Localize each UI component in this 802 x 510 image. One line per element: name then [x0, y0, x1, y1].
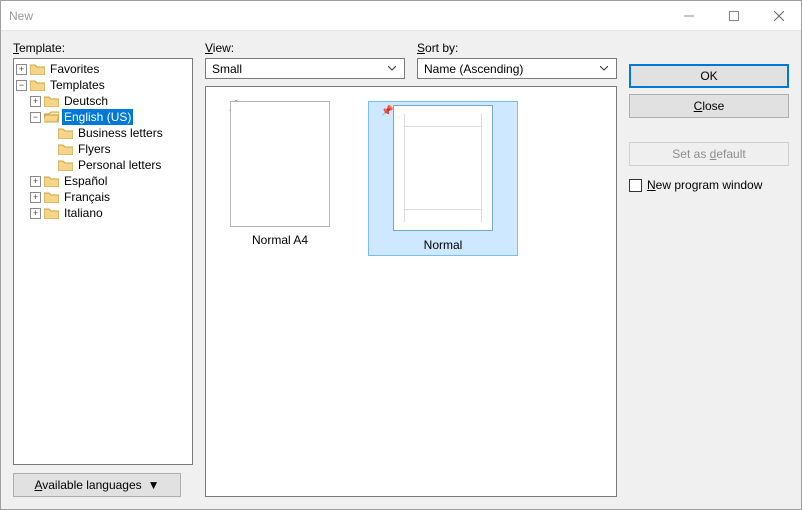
tree-node-favorites[interactable]: + Favorites [16, 61, 192, 77]
template-tree[interactable]: + Favorites − Templates [13, 58, 193, 465]
template-item-normal-a4[interactable]: 📌 Normal A4 [220, 101, 340, 247]
tree-node-english[interactable]: − English (US) [30, 109, 192, 125]
collapse-icon[interactable]: − [30, 112, 41, 123]
center-column: View: Small Sort by: Name (Ascending) [205, 41, 617, 497]
folder-icon [58, 127, 73, 139]
folder-icon [58, 159, 73, 171]
minimize-button[interactable] [666, 1, 711, 30]
titlebar: New [1, 1, 801, 31]
chevron-down-icon [595, 66, 612, 71]
folder-icon [58, 143, 73, 155]
ok-button[interactable]: OK [629, 64, 789, 88]
tree-node-espanol[interactable]: + Español [30, 173, 192, 189]
right-column: OK Close Set as default New program wind… [629, 41, 789, 497]
folder-open-icon [44, 111, 59, 123]
expand-icon[interactable]: + [30, 192, 41, 203]
available-languages-button[interactable]: Available languages ▼ [13, 473, 181, 497]
template-thumbnail [393, 105, 493, 231]
dialog-window: New Template: + Favorites [0, 0, 802, 510]
tree-node-personal-letters[interactable]: Personal letters [44, 157, 192, 173]
sort-dropdown[interactable]: Name (Ascending) [417, 58, 617, 79]
folder-icon [30, 79, 45, 91]
sort-group: Sort by: Name (Ascending) [417, 41, 617, 79]
view-sort-row: View: Small Sort by: Name (Ascending) [205, 41, 617, 79]
new-window-checkbox[interactable]: New program window [629, 178, 789, 192]
tree-node-templates[interactable]: − Templates [16, 77, 192, 93]
template-thumbnail [230, 101, 330, 227]
folder-icon [44, 175, 59, 187]
template-label: Template: [13, 41, 193, 55]
close-window-button[interactable] [756, 1, 801, 30]
set-default-button: Set as default [629, 142, 789, 166]
template-caption: Normal [418, 237, 469, 253]
collapse-icon[interactable]: − [16, 80, 27, 91]
expand-icon[interactable]: + [16, 64, 27, 75]
tree-node-italiano[interactable]: + Italiano [30, 205, 192, 221]
template-item-normal[interactable]: 📌 Normal [368, 101, 518, 256]
tree-node-business-letters[interactable]: Business letters [44, 125, 192, 141]
expand-icon[interactable]: + [30, 208, 41, 219]
tree-node-deutsch[interactable]: + Deutsch [30, 93, 192, 109]
view-label: View: [205, 41, 405, 55]
view-group: View: Small [205, 41, 405, 79]
view-dropdown[interactable]: Small [205, 58, 405, 79]
chevron-down-icon: ▼ [148, 478, 160, 492]
window-title: New [1, 9, 666, 23]
maximize-button[interactable] [711, 1, 756, 30]
chevron-down-icon [383, 66, 400, 71]
dialog-body: Template: + Favorites − Te [1, 31, 801, 509]
template-caption: Normal A4 [252, 233, 308, 247]
folder-icon [44, 207, 59, 219]
tree-node-flyers[interactable]: Flyers [44, 141, 192, 157]
close-button[interactable]: Close [629, 94, 789, 118]
template-gallery[interactable]: 📌 Normal A4 📌 Normal [205, 86, 617, 497]
folder-icon [44, 95, 59, 107]
template-column: Template: + Favorites − Te [13, 41, 193, 497]
expand-icon[interactable]: + [30, 176, 41, 187]
folder-icon [44, 191, 59, 203]
pin-icon: 📌 [381, 106, 393, 117]
checkbox-icon[interactable] [629, 179, 642, 192]
expand-icon[interactable]: + [30, 96, 41, 107]
folder-icon [30, 63, 45, 75]
tree-node-francais[interactable]: + Français [30, 189, 192, 205]
sort-label: Sort by: [417, 41, 617, 55]
